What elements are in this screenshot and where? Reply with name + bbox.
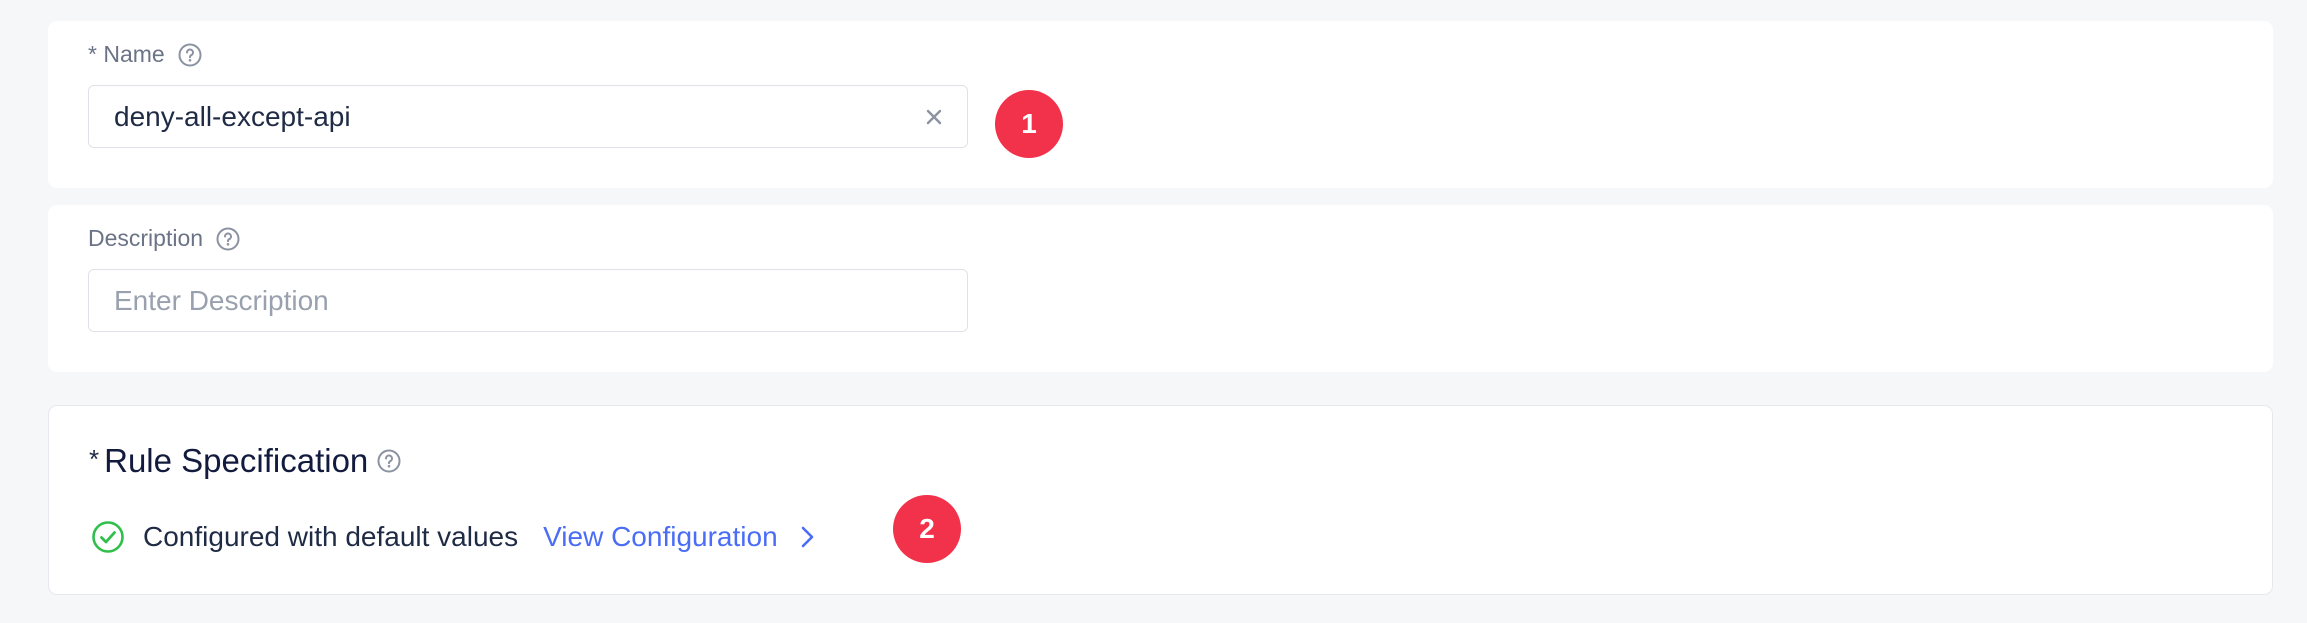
rule-specification-title-row: * Rule Specification [89,442,402,480]
chevron-right-icon [794,524,820,550]
description-input-box [88,269,968,332]
view-configuration-label: View Configuration [543,521,778,552]
configuration-status-row: Configured with default values View Conf… [91,520,820,554]
required-marker: * [89,443,100,474]
required-marker: * [88,41,97,67]
check-circle-icon [91,520,125,554]
description-label-text: Description [88,225,204,251]
close-icon[interactable] [921,104,947,130]
rule-specification-title: Rule Specification [104,442,369,479]
description-field-card: Description [48,205,2273,372]
question-circle-icon[interactable] [215,226,241,252]
view-configuration-link[interactable]: View Configuration [543,521,820,553]
name-input[interactable] [114,86,894,147]
question-circle-icon[interactable] [177,42,203,68]
name-field-card: * Name [48,21,2273,188]
name-label-text: Name [103,41,165,67]
configuration-status-text: Configured with default values [143,521,519,552]
description-input[interactable] [114,270,894,331]
description-field-label-row: Description [88,225,241,252]
annotation-badge-1: 1 [995,90,1063,158]
annotation-badge-2: 2 [893,495,961,563]
name-field-label-row: * Name [88,41,203,68]
question-circle-icon[interactable] [376,448,402,474]
name-input-box [88,85,968,148]
rule-specification-card: * Rule Specification Configured with def… [48,405,2273,595]
name-field-label: * Name [88,41,165,68]
